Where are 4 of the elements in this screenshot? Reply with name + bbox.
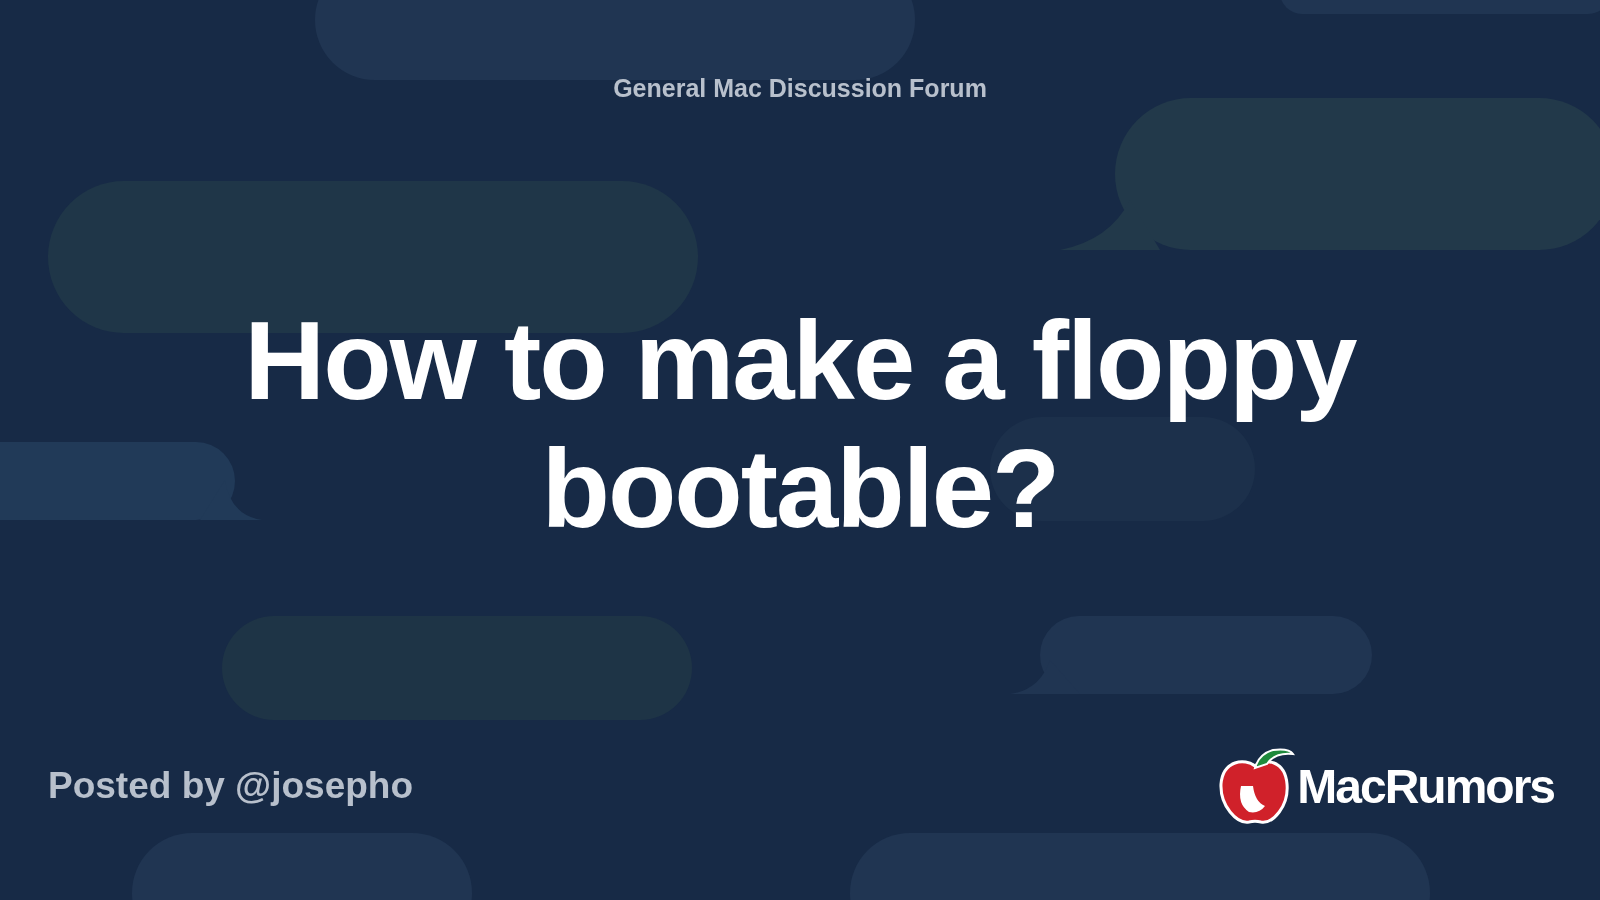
brand-name: MacRumors	[1297, 758, 1554, 814]
forum-name: General Mac Discussion Forum	[613, 74, 987, 103]
posted-by: Posted by @josepho	[48, 765, 413, 807]
thread-title: How to make a floppy bootable?	[243, 296, 1358, 553]
